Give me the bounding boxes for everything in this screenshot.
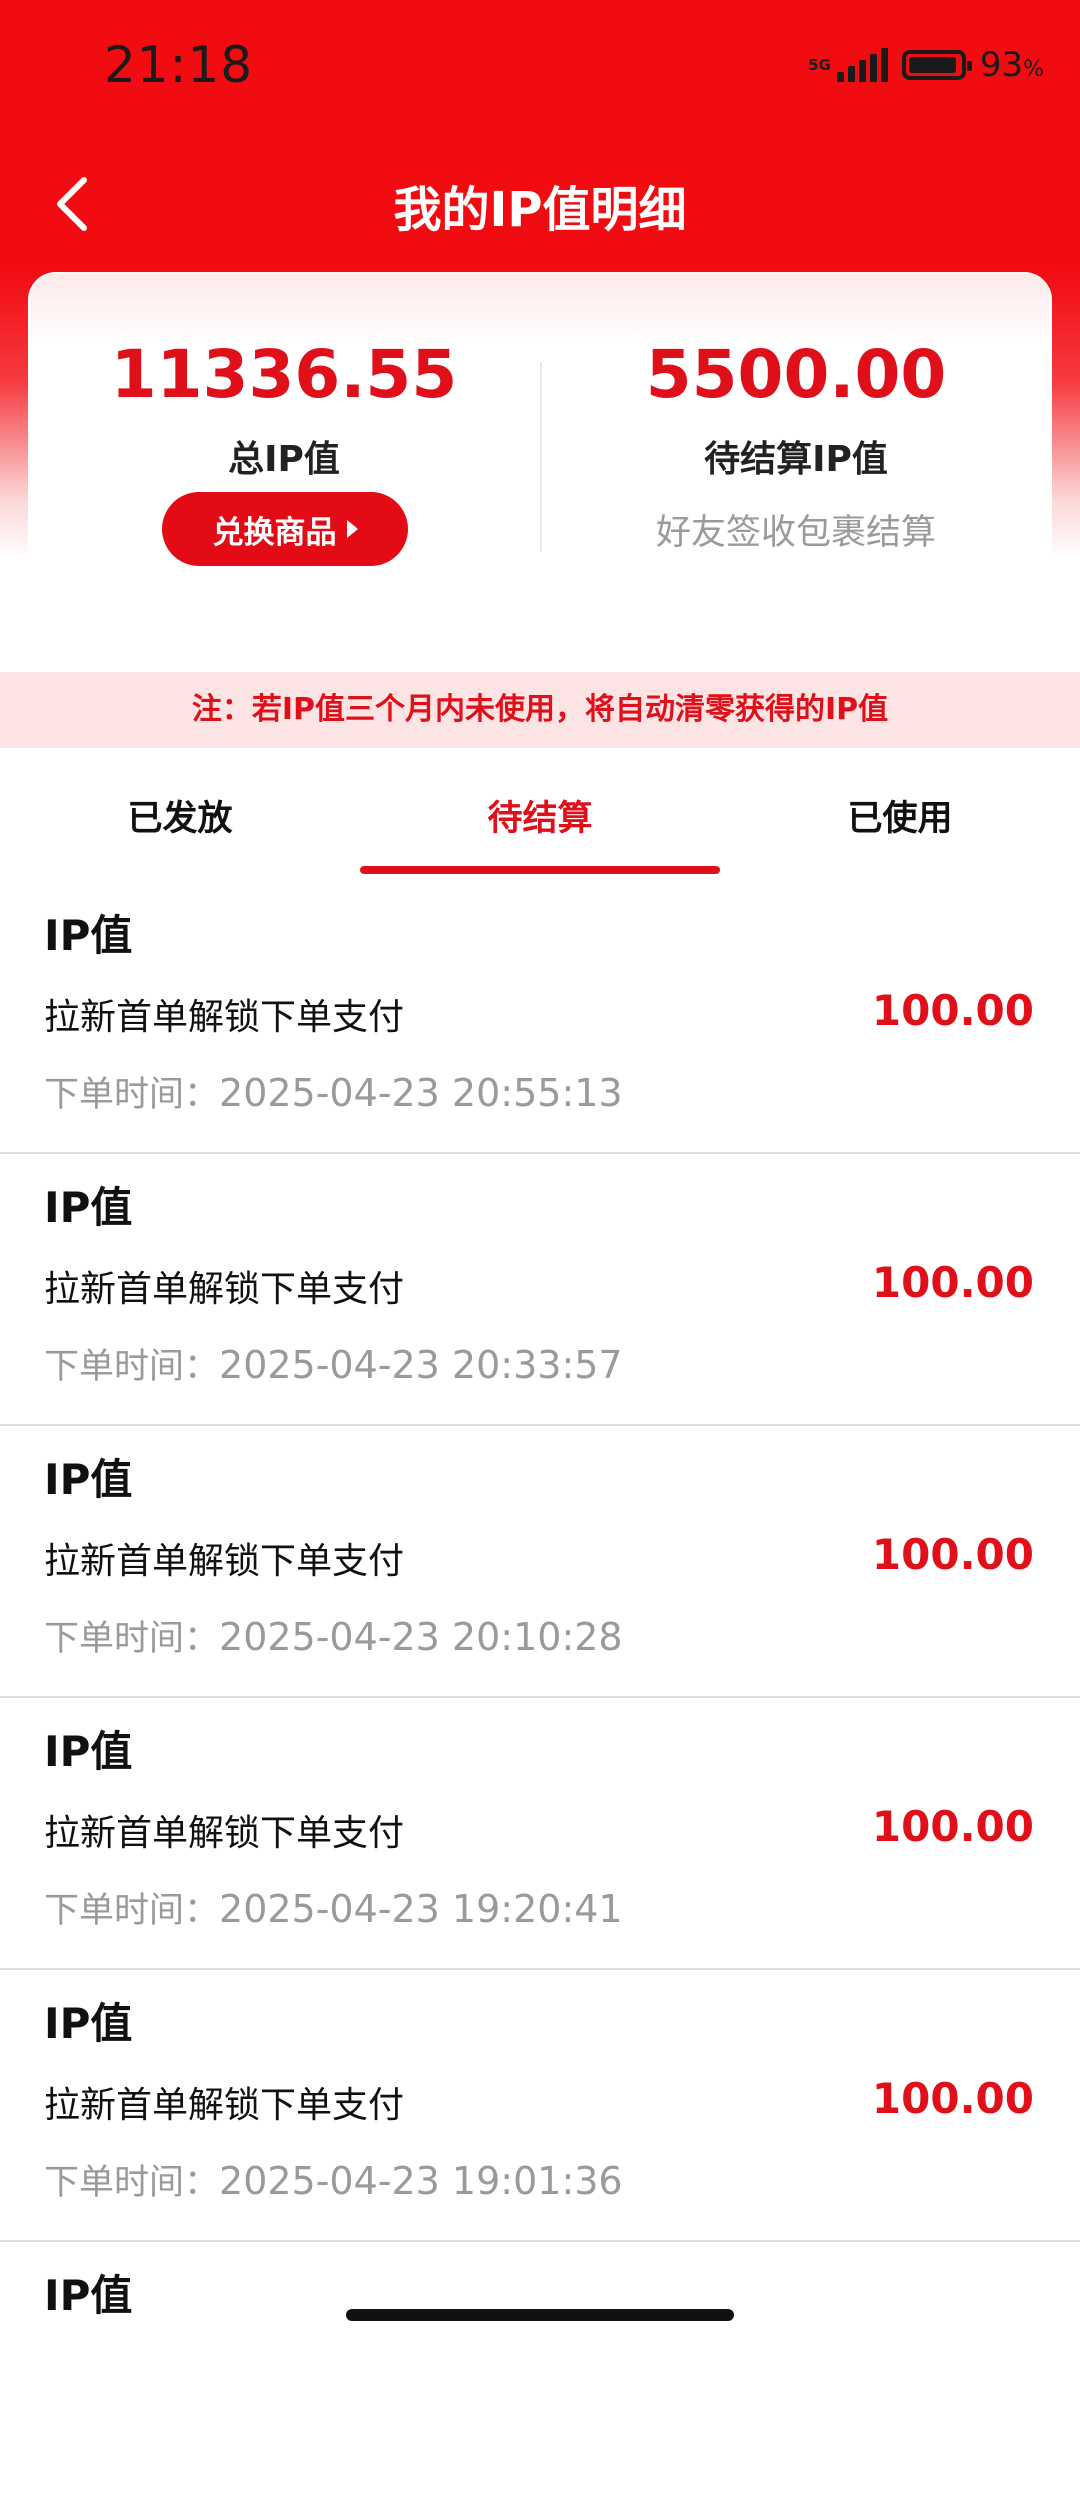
record-amount: 100.00 [871,986,1034,1035]
status-time: 21:18 [104,36,254,94]
record-order-time: 下单时间：2025-04-23 20:33:57 [44,1343,623,1387]
record-order-time: 下单时间：2025-04-23 20:10:28 [44,1615,623,1659]
tab-used[interactable]: 已使用 [720,790,1080,841]
exchange-goods-button[interactable]: 兑换商品 [162,492,408,566]
status-tabs: 已发放 待结算 已使用 [0,748,1080,882]
signal-icon [836,48,888,82]
battery-percent: 93% [979,45,1044,85]
record-title: IP值 [44,1455,133,1504]
tab-pending[interactable]: 待结算 [360,790,720,841]
battery-cap [966,61,972,71]
record-amount: 100.00 [871,1530,1034,1579]
record-amount: 100.00 [871,1802,1034,1851]
ip-record-list: IP值 拉新首单解锁下单支付 100.00 下单时间：2025-04-23 20… [0,882,1080,2514]
list-item[interactable]: IP值 拉新首单解锁下单支付 100.00 下单时间：2025-04-23 19… [0,1970,1080,2242]
list-item[interactable]: IP值 拉新首单解锁下单支付 100.00 下单时间：2025-04-23 20… [0,882,1080,1154]
list-item[interactable]: IP值 拉新首单解锁下单支付 100.00 下单时间：2025-04-23 20… [0,1426,1080,1698]
list-item[interactable]: IP值 拉新首单解锁下单支付 100.00 下单时间：2025-04-23 19… [0,1698,1080,1970]
record-order-time: 下单时间：2025-04-23 19:20:41 [44,1887,623,1931]
home-indicator [346,2309,734,2321]
record-description: 拉新首单解锁下单支付 [44,2085,405,2126]
record-amount: 100.00 [871,1258,1034,1307]
record-title: IP值 [44,911,133,960]
record-description: 拉新首单解锁下单支付 [44,1541,405,1582]
pending-ip-stat: 5500.00 待结算IP值 [540,342,1052,482]
list-item[interactable]: IP值 拉新首单解锁下单支付 100.00 下单时间：2025-04-23 20… [0,1154,1080,1426]
pending-ip-label: 待结算IP值 [704,439,888,480]
active-tab-indicator [360,866,720,874]
record-title: IP值 [44,1999,133,2048]
record-description: 拉新首单解锁下单支付 [44,1813,405,1854]
page-title: 我的IP值明细 [393,182,687,238]
list-item[interactable]: IP值 [0,2242,1080,2514]
record-title: IP值 [44,1727,133,1776]
pending-ip-value: 5500.00 [645,336,947,413]
record-order-time: 下单时间：2025-04-23 19:01:36 [44,2159,623,2203]
record-amount: 100.00 [871,2074,1034,2123]
total-ip-value: 11336.55 [110,336,458,413]
record-title: IP值 [44,1183,133,1232]
exchange-goods-label: 兑换商品 [212,514,337,551]
tab-issued[interactable]: 已发放 [0,790,360,841]
expiry-notice: 注：若IP值三个月内未使用，将自动清零获得的IP值 [0,672,1080,748]
battery-level-fill [908,57,956,73]
total-ip-stat: 11336.55 总IP值 [28,342,540,482]
pending-settle-note: 好友签收包裹结算 [655,513,936,553]
ip-summary-card: 11336.55 总IP值 兑换商品 5500.00 待结算IP值 好友签收包裹… [28,272,1052,572]
total-ip-label: 总IP值 [228,439,340,480]
status-icons: 5G 93% [808,42,1044,88]
record-title: IP值 [44,2271,133,2320]
record-order-time: 下单时间：2025-04-23 20:55:13 [44,1071,623,1115]
record-description: 拉新首单解锁下单支付 [44,1269,405,1310]
record-description: 拉新首单解锁下单支付 [44,997,405,1038]
network-type-label: 5G [808,56,831,74]
battery-icon [901,50,972,80]
caret-right-icon [346,520,358,538]
